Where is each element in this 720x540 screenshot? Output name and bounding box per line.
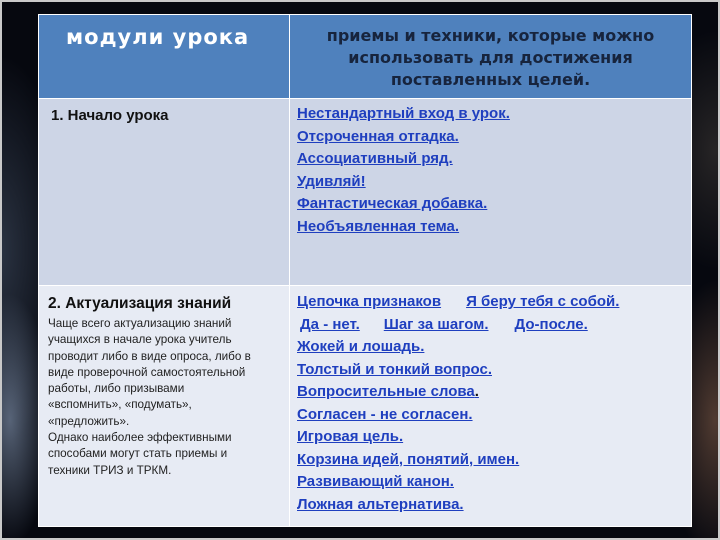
technique-link[interactable]: Ассоциативный ряд. — [290, 148, 691, 171]
technique-link[interactable]: Жокей и лошадь. — [290, 336, 691, 359]
technique-link[interactable]: Цепочка признаков — [297, 293, 441, 310]
header-line: поставленных целей. — [390, 70, 591, 89]
trailing-period: . — [474, 383, 479, 400]
description-line: проводит либо в виде опроса, либо в — [48, 349, 251, 363]
module-description: Чаще всего актуализацию знаний учащихся … — [39, 313, 289, 479]
description-line: способами могут стать приемы и — [48, 447, 228, 461]
technique-row: Вопросительные слова. — [290, 381, 691, 404]
technique-link[interactable]: Удивляй! — [290, 171, 691, 194]
technique-link[interactable]: Развивающий канон. — [290, 471, 691, 494]
technique-link[interactable]: Нестандартный вход в урок. — [290, 103, 691, 126]
technique-link[interactable]: Да - нет. — [300, 316, 360, 333]
technique-link[interactable]: До-после. — [515, 316, 588, 333]
technique-row: Цепочка признаков Я беру тебя с собой. — [290, 291, 691, 314]
technique-link[interactable]: Вопросительные слова — [297, 383, 475, 400]
table-header-row: модули урока приемы и техники, которые м… — [38, 14, 692, 99]
description-line: учащихся в начале урока учитель — [48, 333, 232, 347]
techniques-cell: Цепочка признаков Я беру тебя с собой. Да… — [289, 285, 692, 527]
description-line: техники ТРИЗ и ТРКМ. — [48, 463, 172, 477]
technique-link[interactable]: Необъявленная тема. — [290, 216, 691, 239]
table-row: 1. Начало урока Нестандартный вход в уро… — [38, 98, 692, 286]
description-line: виде проверочной самостоятельной — [48, 365, 246, 379]
technique-link[interactable]: Согласен - не согласен. — [290, 404, 691, 427]
header-line: использовать для достижения — [348, 48, 633, 67]
module-title: 2. Актуализация знаний — [48, 295, 232, 312]
techniques-cell: Нестандартный вход в урок. Отсроченная о… — [289, 98, 692, 286]
description-line: Однако наиболее эффективными — [48, 431, 232, 445]
module-cell: 2. Актуализация знаний Чаще всего актуал… — [38, 285, 290, 527]
technique-link[interactable]: Шаг за шагом. — [384, 316, 489, 333]
header-cell-modules: модули урока — [38, 14, 290, 99]
header-modules-title: модули урока — [66, 25, 250, 49]
header-techniques-title: приемы и техники, которые можно использо… — [290, 15, 691, 91]
header-line: приемы и техники, которые можно — [326, 26, 655, 45]
table-row: 2. Актуализация знаний Чаще всего актуал… — [38, 285, 692, 527]
technique-link[interactable]: Корзина идей, понятий, имен. — [290, 449, 691, 472]
technique-link[interactable]: Игровая цель. — [290, 426, 691, 449]
header-cell-techniques: приемы и техники, которые можно использо… — [289, 14, 692, 99]
technique-link[interactable]: Фантастическая добавка. — [290, 193, 691, 216]
technique-link[interactable]: Я беру тебя с собой. — [466, 293, 619, 310]
technique-link[interactable]: Отсроченная отгадка. — [290, 126, 691, 149]
description-line: «вспомнить», «подумать», — [48, 398, 192, 412]
techniques-list: Нестандартный вход в урок. Отсроченная о… — [290, 99, 691, 238]
description-line: Чаще всего актуализацию знаний — [48, 317, 232, 330]
description-line: работы, либо призывами — [48, 382, 185, 396]
technique-row: Да - нет. Шаг за шагом. До-после. — [290, 314, 691, 337]
techniques-list: Цепочка признаков Я беру тебя с собой. Да… — [290, 286, 691, 516]
technique-link[interactable]: Толстый и тонкий вопрос. — [290, 359, 691, 382]
technique-link[interactable]: Ложная альтернатива. — [290, 494, 691, 517]
lesson-modules-table: модули урока приемы и техники, которые м… — [38, 14, 692, 527]
module-cell: 1. Начало урока — [38, 98, 290, 286]
module-title: 1. Начало урока — [51, 107, 169, 124]
description-line: «предложить». — [48, 414, 130, 428]
